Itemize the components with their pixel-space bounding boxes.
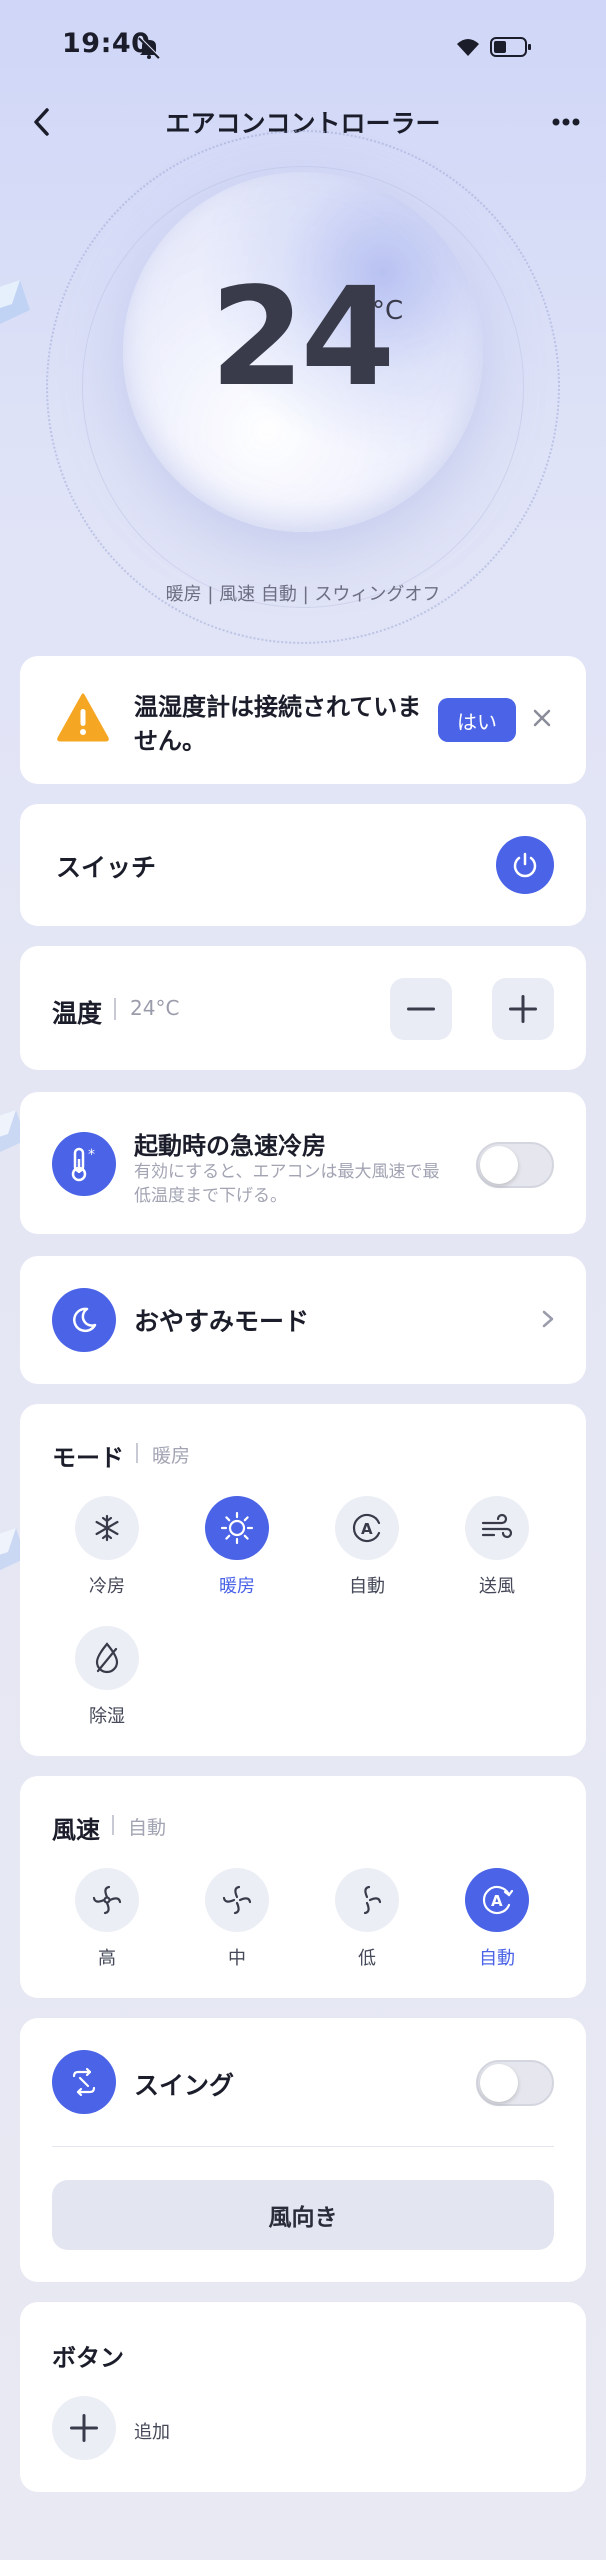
- mode-current: 暖房: [152, 1445, 191, 1467]
- swing-icon: [52, 2050, 116, 2114]
- drop-icon: [75, 1626, 139, 1690]
- fan-option-low[interactable]: 低: [319, 1868, 415, 1970]
- temperature-unit: °C: [372, 296, 404, 326]
- bell-muted-icon: [136, 36, 162, 60]
- add-label: 追加: [134, 2422, 170, 2443]
- svg-text:*: *: [88, 1147, 95, 1163]
- fan-auto-icon: A: [465, 1868, 529, 1932]
- fan-option-label: 高: [98, 1948, 116, 1969]
- decrease-temperature-button[interactable]: [390, 978, 452, 1040]
- fan-low-icon: [335, 1868, 399, 1932]
- quick-cool-title: 起動時の急速冷房: [134, 1132, 326, 1160]
- svg-text:A: A: [491, 1892, 503, 1910]
- thermometer-snow-icon: *: [52, 1132, 116, 1196]
- more-button[interactable]: [548, 108, 584, 136]
- temperature-value: 24°C: [130, 996, 180, 1020]
- minus-icon: [407, 1007, 435, 1011]
- divider: [112, 1815, 114, 1835]
- power-button[interactable]: [496, 836, 554, 894]
- warning-icon: [56, 692, 110, 742]
- swing-toggle[interactable]: [476, 2060, 554, 2106]
- plus-icon: [509, 995, 537, 1023]
- temperature-display: 24: [210, 259, 395, 417]
- fan-option-mid[interactable]: 中: [189, 1868, 285, 1970]
- fan-option-label: 低: [358, 1948, 376, 1969]
- switch-label: スイッチ: [56, 853, 157, 882]
- buttons-card: [20, 2302, 586, 2492]
- mode-option-fan[interactable]: 送風: [449, 1496, 545, 1598]
- fan-option-auto[interactable]: A 自動: [449, 1868, 545, 1970]
- divider: [114, 998, 116, 1020]
- alert-message: 温湿度計は接続されていません。: [134, 693, 422, 755]
- ice-decoration-icon: [0, 280, 34, 334]
- fan-speed-title: 風速: [52, 1816, 100, 1844]
- mode-option-label: 自動: [349, 1576, 385, 1597]
- svg-text:A: A: [361, 1520, 373, 1538]
- power-icon: [513, 852, 537, 878]
- mode-title: モード: [52, 1444, 124, 1472]
- temperature-label: 温度: [52, 999, 103, 1028]
- fan-mid-icon: [205, 1868, 269, 1932]
- mode-option-label: 暖房: [219, 1576, 255, 1597]
- fan-option-label: 中: [228, 1948, 246, 1969]
- divider: [136, 1443, 138, 1463]
- buttons-title: ボタン: [52, 2344, 124, 2372]
- status-summary: 暖房 | 風速 自動 | スウィングオフ: [165, 584, 441, 605]
- fan-option-label: 自動: [479, 1948, 515, 1969]
- swing-label: スイング: [134, 2071, 235, 2100]
- plus-icon: [70, 2414, 98, 2442]
- mode-option-dry[interactable]: 除湿: [59, 1626, 155, 1728]
- snowflake-icon: [75, 1496, 139, 1560]
- moon-icon: [52, 1288, 116, 1352]
- fan-high-icon: [75, 1868, 139, 1932]
- chevron-right-icon: [538, 1306, 558, 1332]
- wind-icon: [465, 1496, 529, 1560]
- more-dots-icon: [552, 118, 580, 126]
- mode-option-label: 除湿: [89, 1706, 125, 1727]
- increase-temperature-button[interactable]: [492, 978, 554, 1040]
- wifi-icon: [454, 36, 482, 58]
- close-icon[interactable]: [528, 704, 556, 732]
- fan-option-high[interactable]: 高: [59, 1868, 155, 1970]
- auto-icon: A: [335, 1496, 399, 1560]
- alert-yes-button[interactable]: はい: [438, 698, 516, 742]
- mode-option-auto[interactable]: A 自動: [319, 1496, 415, 1598]
- divider: [52, 2146, 554, 2147]
- battery-icon: [490, 36, 532, 58]
- mode-option-cool[interactable]: 冷房: [59, 1496, 155, 1598]
- quick-cool-description: 有効にすると、エアコンは最大風速で最低温度まで下げる。: [134, 1162, 440, 1206]
- sun-icon: [205, 1496, 269, 1560]
- fan-speed-current: 自動: [128, 1817, 167, 1839]
- mode-option-heat[interactable]: 暖房: [189, 1496, 285, 1598]
- add-button[interactable]: [52, 2396, 116, 2460]
- sleep-mode-label: おやすみモード: [134, 1307, 310, 1336]
- mode-option-label: 冷房: [89, 1576, 125, 1597]
- wind-direction-button[interactable]: 風向き: [52, 2180, 554, 2250]
- mode-option-label: 送風: [479, 1576, 515, 1597]
- quick-cool-toggle[interactable]: [476, 1142, 554, 1188]
